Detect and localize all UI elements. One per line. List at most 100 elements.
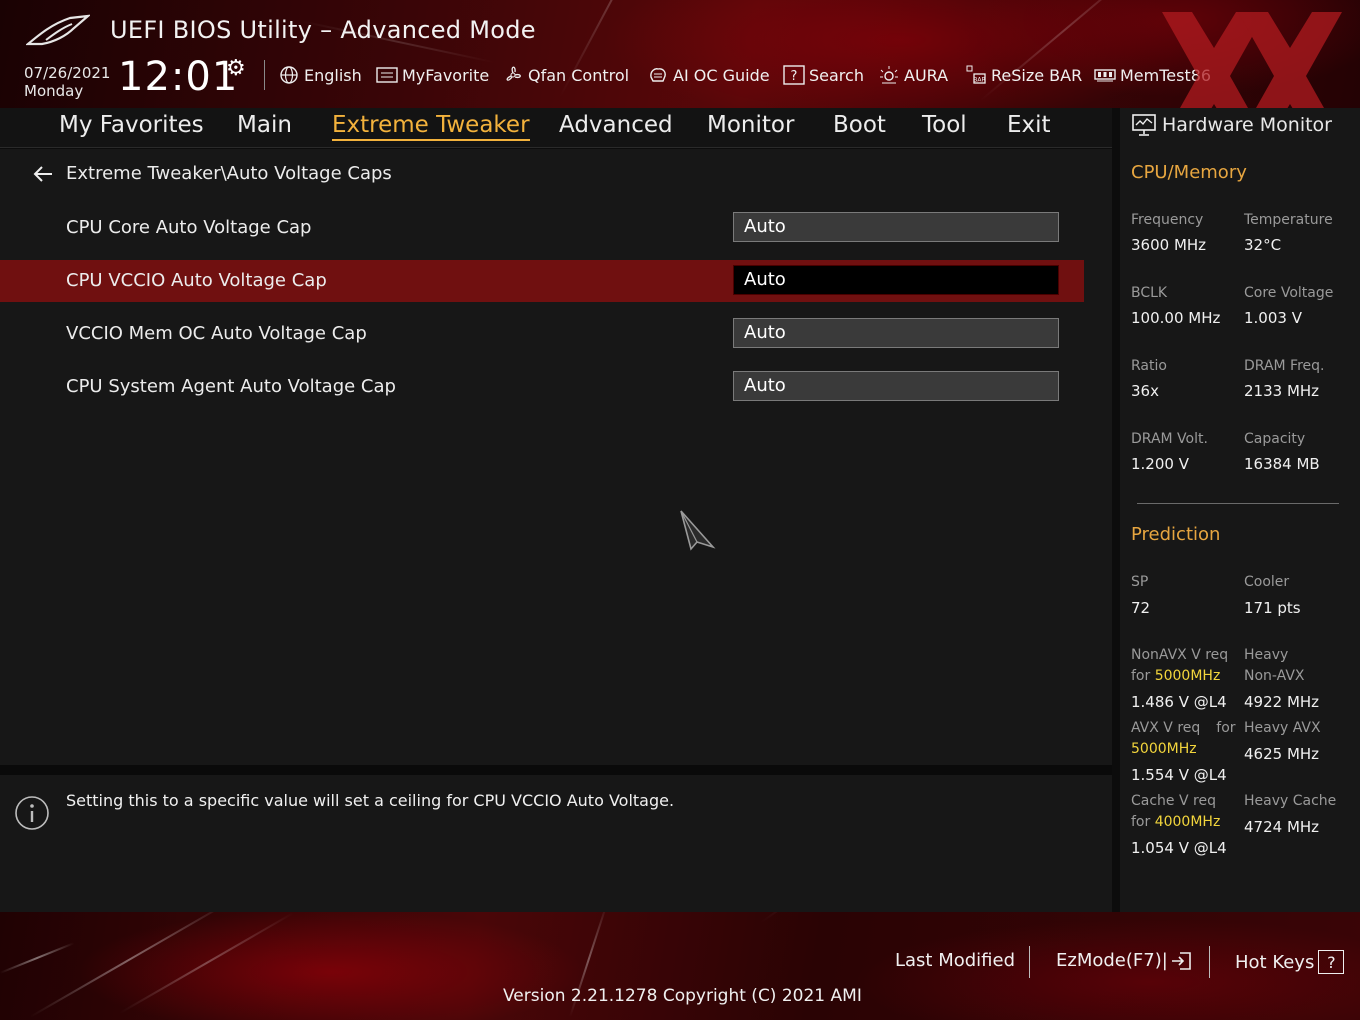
bclk-value: 100.00 MHz [1131,309,1221,327]
setting-row-cpu-vccio-cap[interactable]: CPU VCCIO Auto Voltage Cap Auto [0,260,1084,302]
heavy-nonavx-label-line1: Heavy [1244,647,1289,663]
nonavx-req-value: 1.486 V @L4 [1131,693,1227,711]
ezmode-button[interactable]: EzMode(F7)| [1056,950,1192,971]
search-icon: ? [783,64,805,86]
nonavx-for-text: for [1131,668,1151,684]
ai-oc-guide-label: AI OC Guide [673,65,770,85]
cooler-value: 171 pts [1244,599,1301,617]
resize-bar-label: ReSize BAR [991,65,1083,85]
dram-volt-value: 1.200 V [1131,455,1189,473]
last-modified-button[interactable]: Last Modified [895,950,1015,971]
dram-volt-label: DRAM Volt. [1131,431,1208,447]
setting-label: CPU System Agent Auto Voltage Cap [66,376,396,397]
setting-value-dropdown[interactable]: Auto [733,212,1059,242]
core-voltage-label: Core Voltage [1244,285,1334,301]
heavy-cache-label: Heavy Cache [1244,793,1337,809]
exit-mode-icon [1171,951,1191,970]
cache-for-text: for [1131,814,1151,830]
tab-exit[interactable]: Exit [1007,112,1051,138]
aura-light-icon [878,64,900,86]
hot-keys-label: Hot Keys [1235,951,1315,973]
nonavx-req-label-line1: NonAVX V req [1131,647,1229,663]
cooler-label: Cooler [1244,574,1290,590]
nonavx-req-label: NonAVX V req for 5000MHz [1131,645,1228,687]
favorite-list-icon [376,64,398,86]
sp-label: SP [1131,574,1149,590]
setting-label: VCCIO Mem OC Auto Voltage Cap [66,323,367,344]
avx-req-value: 1.554 V @L4 [1131,766,1227,784]
breadcrumb-path: Extreme Tweaker\Auto Voltage Caps [66,163,392,184]
heavy-nonavx-label: Heavy Non-AVX [1244,645,1305,687]
cpu-memory-title: CPU/Memory [1131,162,1247,183]
myfavorite-button[interactable]: MyFavorite [376,62,489,88]
resize-bar-icon: BAR [965,64,987,86]
sp-value: 72 [1131,599,1151,617]
gear-icon[interactable]: ⚙ [226,56,246,81]
help-divider [0,765,1112,775]
memory-icon [1094,64,1116,86]
hw-section-divider [1137,503,1339,504]
footer-separator [1029,946,1030,978]
mouse-pointer-icon [680,510,716,551]
core-voltage-value: 1.003 V [1244,309,1302,327]
capacity-label: Capacity [1244,431,1306,447]
dram-freq-value: 2133 MHz [1244,382,1320,400]
info-icon [15,796,49,830]
setting-value-dropdown[interactable]: Auto [733,265,1059,295]
setting-value-dropdown[interactable]: Auto [733,318,1059,348]
tab-main[interactable]: Main [237,112,292,138]
tab-my-favorites[interactable]: My Favorites [59,112,204,138]
capacity-value: 16384 MB [1244,455,1320,473]
app-title: UEFI BIOS Utility – Advanced Mode [110,16,536,44]
cache-req-label: Cache V req for 4000MHz [1131,791,1220,833]
qfan-button[interactable]: Qfan Control [502,62,629,88]
aura-button[interactable]: AURA [878,62,948,88]
frequency-label: Frequency [1131,212,1204,228]
tab-boot[interactable]: Boot [833,112,886,138]
ai-oc-guide-button[interactable]: AI OC Guide [647,62,770,88]
nonavx-req-label-line2: for 5000MHz [1131,666,1228,687]
tab-advanced[interactable]: Advanced [559,112,673,138]
hot-keys-button[interactable]: Hot Keys ? [1235,950,1345,974]
resize-bar-button[interactable]: BAR ReSize BAR [965,62,1082,88]
language-button[interactable]: English [278,62,362,88]
heavy-nonavx-label-line2: Non-AVX [1244,668,1305,684]
temperature-label: Temperature [1244,212,1333,228]
qfan-label: Qfan Control [528,65,630,85]
avx-req-label-line1: AVX V req for [1131,718,1236,739]
header-separator [264,60,265,90]
avx-target-freq: 5000MHz [1131,741,1197,757]
frequency-value: 3600 MHz [1131,236,1207,254]
svg-text:?: ? [791,69,798,84]
tab-tool[interactable]: Tool [922,112,967,138]
dram-freq-label: DRAM Freq. [1244,358,1325,374]
tab-monitor[interactable]: Monitor [707,112,794,138]
ezmode-label: EzMode(F7)| [1056,950,1168,971]
rog-logo [26,14,90,46]
hardware-monitor-title: Hardware Monitor [1162,114,1332,136]
date-display: 07/26/2021 Monday [24,64,110,100]
fan-icon [502,64,524,86]
search-button[interactable]: ? Search [783,62,864,88]
hardware-monitor-header: Hardware Monitor [1132,114,1332,136]
footer-separator [1209,946,1210,978]
breadcrumb: Extreme Tweaker\Auto Voltage Caps [32,163,392,184]
language-label: English [304,65,362,85]
main-nav: My Favorites Main Extreme Tweaker Advanc… [0,108,1112,148]
cache-req-label-line2: for 4000MHz [1131,812,1220,833]
setting-row-vccio-mem-oc-cap[interactable]: VCCIO Mem OC Auto Voltage Cap Auto [0,313,1084,355]
heavy-avx-label: Heavy AVX [1244,720,1321,736]
version-text: Version 2.21.1278 Copyright (C) 2021 AMI [503,986,862,1006]
heavy-cache-value: 4724 MHz [1244,818,1320,836]
svg-text:BAR: BAR [973,77,985,84]
back-arrow-icon[interactable] [32,164,56,184]
setting-row-system-agent-cap[interactable]: CPU System Agent Auto Voltage Cap Auto [0,366,1084,408]
tab-extreme-tweaker[interactable]: Extreme Tweaker [332,112,530,141]
avx-req-text: AVX V req [1131,720,1201,736]
ratio-value: 36x [1131,382,1159,400]
setting-row-cpu-core-cap[interactable]: CPU Core Auto Voltage Cap Auto [0,207,1084,249]
nonavx-target-freq: 5000MHz [1154,668,1221,684]
cache-req-value: 1.054 V @L4 [1131,839,1227,857]
setting-value-dropdown[interactable]: Auto [733,371,1059,401]
cache-target-freq: 4000MHz [1154,814,1221,830]
